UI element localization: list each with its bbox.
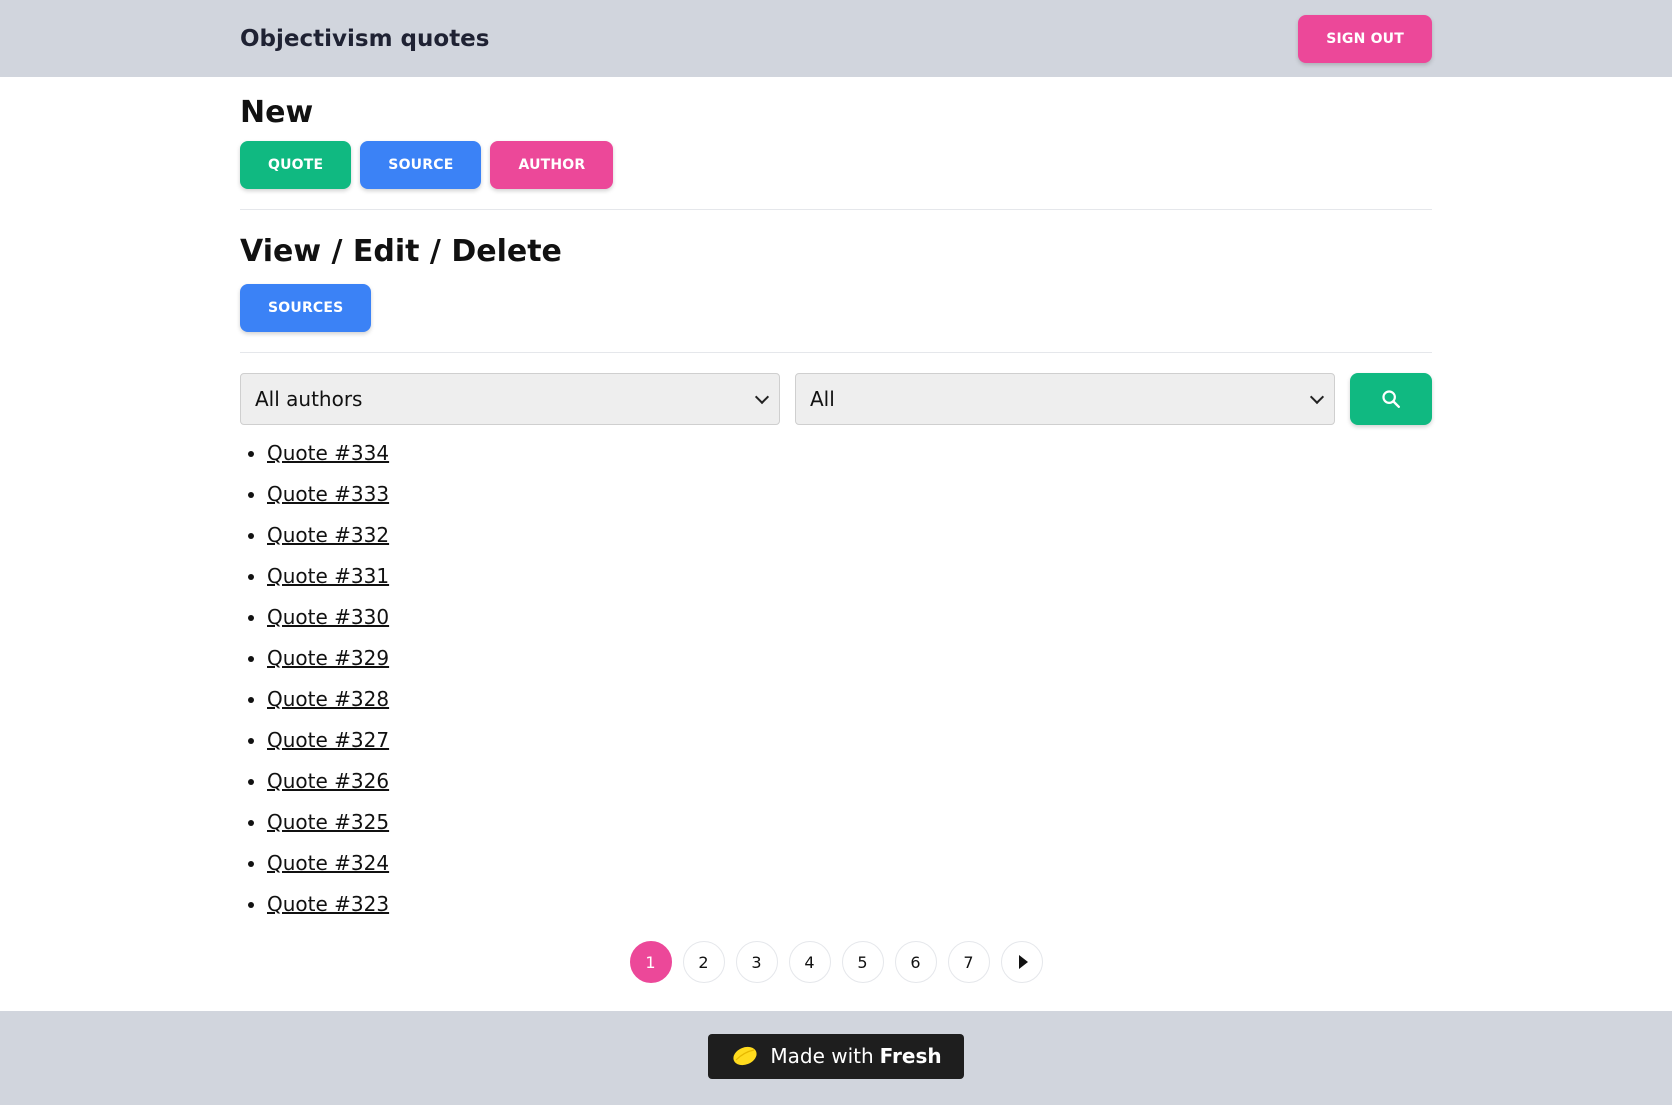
quote-link[interactable]: Quote #334	[267, 441, 389, 465]
quote-link[interactable]: Quote #324	[267, 851, 389, 875]
new-section: New QUOTE SOURCE AUTHOR	[240, 77, 1432, 189]
footer: Made with Fresh	[0, 1011, 1672, 1105]
made-with-fresh-badge[interactable]: Made with Fresh	[708, 1033, 964, 1079]
author-select-value: All authors	[255, 387, 363, 411]
app-header: Objectivism quotes SIGN OUT	[0, 0, 1672, 77]
quote-link[interactable]: Quote #330	[267, 605, 389, 629]
lemon-icon	[732, 1045, 758, 1067]
pagination: 1 2 3 4 5 6 7	[240, 941, 1432, 983]
quote-link[interactable]: Quote #329	[267, 646, 389, 670]
quote-link[interactable]: Quote #332	[267, 523, 389, 547]
view-section: View / Edit / Delete SOURCES	[240, 210, 1432, 332]
page-button-1[interactable]: 1	[629, 941, 672, 983]
quote-link[interactable]: Quote #326	[267, 769, 389, 793]
new-author-button[interactable]: AUTHOR	[490, 141, 614, 189]
list-item: Quote #334	[267, 439, 1432, 480]
author-select[interactable]: All authors	[240, 373, 780, 425]
list-item: Quote #333	[267, 480, 1432, 521]
new-source-button[interactable]: SOURCE	[360, 141, 482, 189]
next-page-button[interactable]	[1000, 941, 1043, 983]
view-buttons: SOURCES	[240, 284, 1432, 332]
page-button-2[interactable]: 2	[682, 941, 725, 983]
list-item: Quote #323	[267, 890, 1432, 931]
list-item: Quote #329	[267, 644, 1432, 685]
view-edit-delete-heading: View / Edit / Delete	[240, 234, 562, 269]
page-button-4[interactable]: 4	[788, 941, 831, 983]
new-heading: New	[240, 95, 314, 130]
fresh-brand: Fresh	[879, 1044, 942, 1068]
filter-bar: All authors All	[240, 373, 1432, 425]
page-button-3[interactable]: 3	[735, 941, 778, 983]
quote-list: Quote #334 Quote #333 Quote #332 Quote #…	[240, 439, 1432, 931]
list-item: Quote #325	[267, 808, 1432, 849]
list-item: Quote #324	[267, 849, 1432, 890]
list-item: Quote #332	[267, 521, 1432, 562]
chevron-down-icon	[754, 389, 770, 404]
quote-link[interactable]: Quote #325	[267, 810, 389, 834]
quote-link[interactable]: Quote #323	[267, 892, 389, 916]
quote-link[interactable]: Quote #333	[267, 482, 389, 506]
new-buttons: QUOTE SOURCE AUTHOR	[240, 141, 1432, 189]
made-with-label: Made with	[770, 1044, 874, 1068]
list-item: Quote #328	[267, 685, 1432, 726]
type-select-value: All	[810, 387, 835, 411]
app-title: Objectivism quotes	[240, 25, 490, 52]
list-item: Quote #331	[267, 562, 1432, 603]
list-item: Quote #327	[267, 726, 1432, 767]
chevron-down-icon	[1309, 389, 1325, 404]
search-button[interactable]	[1350, 373, 1432, 425]
divider	[240, 352, 1432, 353]
new-quote-button[interactable]: QUOTE	[240, 141, 352, 189]
quote-link[interactable]: Quote #327	[267, 728, 389, 752]
sign-out-button[interactable]: SIGN OUT	[1298, 14, 1432, 63]
next-page-icon	[1018, 955, 1028, 969]
list-item: Quote #330	[267, 603, 1432, 644]
list-item: Quote #326	[267, 767, 1432, 808]
page-button-6[interactable]: 6	[894, 941, 937, 983]
page-button-5[interactable]: 5	[841, 941, 884, 983]
main-content: New QUOTE SOURCE AUTHOR View / Edit / De…	[240, 77, 1432, 983]
quote-link[interactable]: Quote #328	[267, 687, 389, 711]
search-icon	[1382, 390, 1400, 408]
page-button-7[interactable]: 7	[947, 941, 990, 983]
sources-button[interactable]: SOURCES	[240, 284, 372, 332]
quote-link[interactable]: Quote #331	[267, 564, 389, 588]
type-select[interactable]: All	[795, 373, 1335, 425]
